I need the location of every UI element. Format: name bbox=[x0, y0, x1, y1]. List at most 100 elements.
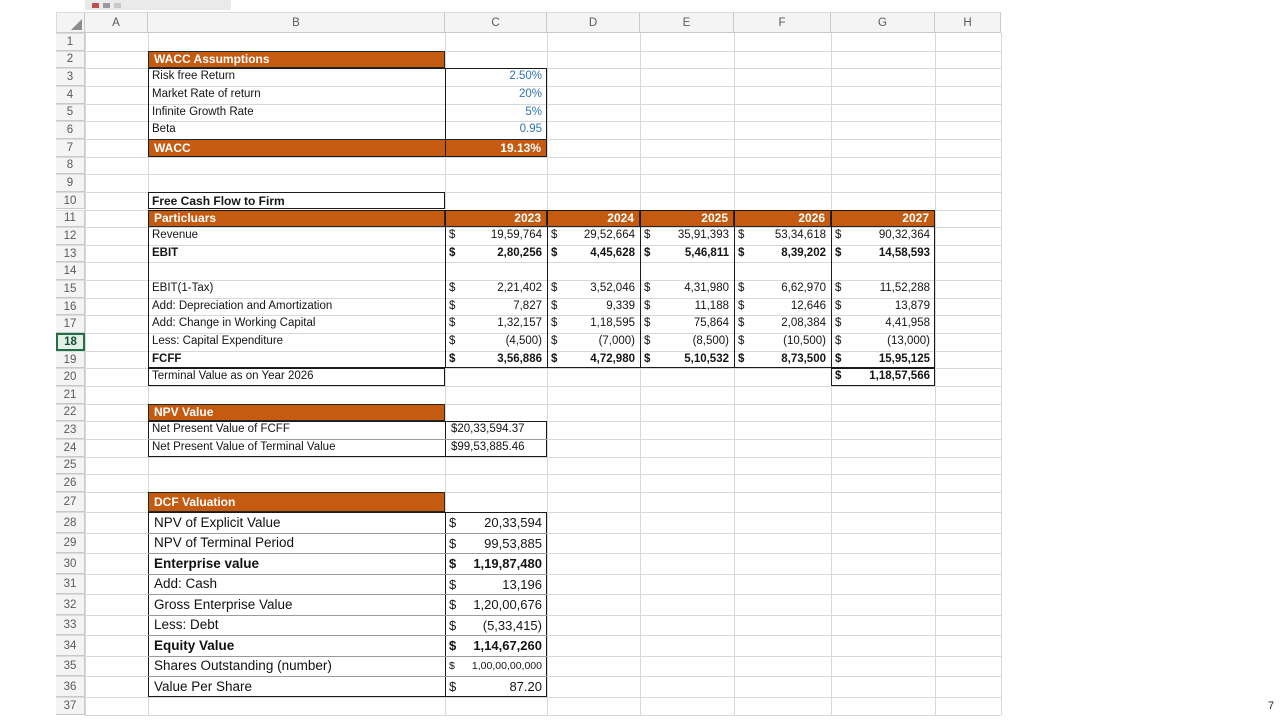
row-header-25[interactable]: 25 bbox=[56, 457, 85, 475]
fcff-value-cell[interactable]: $53,34,618 bbox=[734, 227, 831, 245]
dcf-row-label[interactable]: Value Per Share bbox=[148, 676, 445, 697]
fcff-value-cell[interactable]: $4,72,980 bbox=[547, 351, 640, 369]
fcff-row-label[interactable]: Revenue bbox=[148, 227, 445, 245]
dcf-value-cell[interactable]: $13,196 bbox=[445, 574, 547, 595]
row-header-10[interactable]: 10 bbox=[56, 192, 85, 210]
fcff-value-cell[interactable]: $11,188 bbox=[640, 298, 734, 316]
row-header-37[interactable]: 37 bbox=[56, 697, 85, 715]
npv-terminal-label[interactable]: Net Present Value of Terminal Value bbox=[148, 439, 445, 457]
row-header-13[interactable]: 13 bbox=[56, 245, 85, 263]
fcff-value-cell[interactable]: $(7,000) bbox=[547, 333, 640, 351]
fcff-row-label[interactable]: EBIT(1-Tax) bbox=[148, 280, 445, 298]
wacc-growth-rate-label[interactable]: Infinite Growth Rate bbox=[148, 104, 445, 122]
column-header-H[interactable]: H bbox=[935, 12, 1001, 33]
fcff-value-cell[interactable]: $29,52,664 bbox=[547, 227, 640, 245]
fcff-value-cell[interactable]: $1,32,157 bbox=[445, 315, 547, 333]
wacc-risk-free-value[interactable]: 2.50% bbox=[445, 68, 547, 86]
wacc-title-bar[interactable]: WACC Assumptions bbox=[148, 51, 445, 69]
dcf-value-cell[interactable]: $99,53,885 bbox=[445, 533, 547, 554]
row-header-16[interactable]: 16 bbox=[56, 298, 85, 316]
dcf-value-cell[interactable]: $1,14,67,260 bbox=[445, 635, 547, 656]
wacc-risk-free-label[interactable]: Risk free Return bbox=[148, 68, 445, 86]
dcf-row-label[interactable]: Shares Outstanding (number) bbox=[148, 656, 445, 677]
fcff-value-cell[interactable]: $4,31,980 bbox=[640, 280, 734, 298]
dcf-row-label[interactable]: Less: Debt bbox=[148, 615, 445, 636]
row-header-20[interactable]: 20 bbox=[56, 368, 85, 386]
fcff-value-cell[interactable]: $9,339 bbox=[547, 298, 640, 316]
row-header-7[interactable]: 7 bbox=[56, 139, 85, 157]
dcf-row-label[interactable]: Enterprise value bbox=[148, 553, 445, 574]
wacc-beta-value[interactable]: 0.95 bbox=[445, 121, 547, 139]
npv-fcff-value[interactable]: $20,33,594.37 bbox=[445, 421, 547, 439]
wacc-total-row[interactable]: WACC 19.13% bbox=[148, 139, 547, 157]
fcff-value-cell[interactable]: $6,62,970 bbox=[734, 280, 831, 298]
row-header-6[interactable]: 6 bbox=[56, 121, 85, 139]
fcff-value-cell[interactable]: $(4,500) bbox=[445, 333, 547, 351]
row-header-3[interactable]: 3 bbox=[56, 68, 85, 86]
column-header-C[interactable]: C bbox=[445, 12, 547, 33]
fcff-row-label[interactable]: EBIT bbox=[148, 245, 445, 263]
fcff-value-cell[interactable]: $3,56,886 bbox=[445, 351, 547, 369]
fcff-value-cell[interactable]: $5,10,532 bbox=[640, 351, 734, 369]
column-header-B[interactable]: B bbox=[148, 12, 445, 33]
row-header-11[interactable]: 11 bbox=[56, 210, 85, 228]
row-header-5[interactable]: 5 bbox=[56, 104, 85, 122]
fcff-row-label[interactable]: Less: Capital Expenditure bbox=[148, 333, 445, 351]
dcf-value-cell[interactable]: $(5,33,415) bbox=[445, 615, 547, 636]
row-header-4[interactable]: 4 bbox=[56, 86, 85, 104]
row-header-35[interactable]: 35 bbox=[56, 656, 85, 677]
fcff-value-cell[interactable]: $3,52,046 bbox=[547, 280, 640, 298]
fcff-value-cell[interactable]: $4,41,958 bbox=[831, 315, 935, 333]
fcff-value-cell[interactable]: $(8,500) bbox=[640, 333, 734, 351]
fcff-row-label[interactable]: Add: Depreciation and Amortization bbox=[148, 298, 445, 316]
fcff-value-cell[interactable]: $(10,500) bbox=[734, 333, 831, 351]
row-header-36[interactable]: 36 bbox=[56, 676, 85, 697]
fcff-value-cell[interactable]: $15,95,125 bbox=[831, 351, 935, 369]
column-header-F[interactable]: F bbox=[734, 12, 831, 33]
row-header-29[interactable]: 29 bbox=[56, 533, 85, 554]
row-header-12[interactable]: 12 bbox=[56, 227, 85, 245]
fcff-year-header[interactable]: 2025 bbox=[640, 210, 734, 228]
wacc-market-rate-label[interactable]: Market Rate of return bbox=[148, 86, 445, 104]
row-header-24[interactable]: 24 bbox=[56, 439, 85, 457]
row-header-2[interactable]: 2 bbox=[56, 51, 85, 69]
row-header-14[interactable]: 14 bbox=[56, 262, 85, 280]
fcff-value-cell[interactable]: $2,08,384 bbox=[734, 315, 831, 333]
wacc-growth-rate-value[interactable]: 5% bbox=[445, 104, 547, 122]
row-header-17[interactable]: 17 bbox=[56, 315, 85, 333]
dcf-value-cell[interactable]: $1,00,00,00,000 bbox=[445, 656, 547, 677]
terminal-value-label[interactable]: Terminal Value as on Year 2026 bbox=[148, 368, 445, 386]
wacc-beta-label[interactable]: Beta bbox=[148, 121, 445, 139]
column-header-D[interactable]: D bbox=[547, 12, 640, 33]
npv-title-bar[interactable]: NPV Value bbox=[148, 404, 445, 422]
fcff-value-cell[interactable]: $19,59,764 bbox=[445, 227, 547, 245]
fcff-value-cell[interactable]: $5,46,811 bbox=[640, 245, 734, 263]
dcf-row-label[interactable]: Add: Cash bbox=[148, 574, 445, 595]
row-header-30[interactable]: 30 bbox=[56, 553, 85, 574]
fcff-value-cell[interactable]: $(13,000) bbox=[831, 333, 935, 351]
fcff-value-cell[interactable]: $8,73,500 bbox=[734, 351, 831, 369]
fcff-value-cell[interactable]: $4,45,628 bbox=[547, 245, 640, 263]
fcff-value-cell[interactable]: $1,18,595 bbox=[547, 315, 640, 333]
wacc-market-rate-value[interactable]: 20% bbox=[445, 86, 547, 104]
fcff-value-cell[interactable]: $35,91,393 bbox=[640, 227, 734, 245]
row-header-32[interactable]: 32 bbox=[56, 594, 85, 615]
row-header-18[interactable]: 18 bbox=[56, 333, 85, 351]
fcff-title[interactable]: Free Cash Flow to Firm bbox=[148, 192, 445, 210]
dcf-value-cell[interactable]: $20,33,594 bbox=[445, 512, 547, 533]
column-header-E[interactable]: E bbox=[640, 12, 734, 33]
column-header-G[interactable]: G bbox=[831, 12, 935, 33]
row-header-8[interactable]: 8 bbox=[56, 157, 85, 175]
fcff-value-cell[interactable]: $75,864 bbox=[640, 315, 734, 333]
dcf-value-cell[interactable]: $87.20 bbox=[445, 676, 547, 697]
row-header-28[interactable]: 28 bbox=[56, 512, 85, 533]
dcf-row-label[interactable]: Equity Value bbox=[148, 635, 445, 656]
fcff-value-cell[interactable]: $11,52,288 bbox=[831, 280, 935, 298]
fcff-particulars-header[interactable]: Particluars bbox=[148, 210, 445, 228]
row-header-26[interactable]: 26 bbox=[56, 474, 85, 492]
row-header-33[interactable]: 33 bbox=[56, 615, 85, 636]
fcff-year-header[interactable]: 2026 bbox=[734, 210, 831, 228]
fcff-value-cell[interactable]: $2,80,256 bbox=[445, 245, 547, 263]
column-header-A[interactable]: A bbox=[85, 12, 148, 33]
fcff-row-label[interactable]: Add: Change in Working Capital bbox=[148, 315, 445, 333]
